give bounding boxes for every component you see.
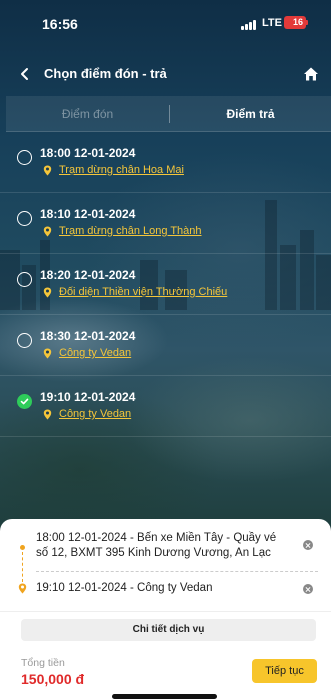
app-header: Chọn điểm đón - trả: [0, 56, 331, 92]
stop-location-link[interactable]: Trạm dừng chân Hoa Mai: [59, 164, 184, 176]
clear-dropoff-icon[interactable]: [303, 584, 313, 594]
battery-icon: 16: [284, 16, 306, 29]
stop-time: 18:00 12-01-2024: [40, 146, 136, 160]
signal-icon: [241, 20, 259, 30]
page-title: Chọn điểm đón - trả: [44, 66, 167, 81]
section-divider: [0, 611, 331, 612]
location-pin-icon: [43, 287, 52, 298]
stop-location-link[interactable]: Công ty Vedan: [59, 408, 131, 420]
radio-button[interactable]: [17, 150, 32, 165]
stop-time: 19:10 12-01-2024: [40, 390, 136, 404]
location-pin-icon: [43, 165, 52, 176]
status-bar: 16:56 LTE 16: [0, 0, 331, 50]
location-pin-icon: [18, 583, 27, 594]
location-pin-icon: [43, 226, 52, 237]
total-label: Tổng tiền: [21, 657, 65, 669]
tab-bar: Điểm đón Điểm trả: [6, 96, 331, 132]
pickup-dot-icon: [20, 545, 25, 550]
chevron-left-icon[interactable]: [18, 65, 32, 83]
list-item[interactable]: 18:00 12-01-2024 Trạm dừng chân Hoa Mai: [0, 133, 331, 193]
battery-level: 16: [292, 17, 303, 27]
status-time: 16:56: [42, 16, 78, 32]
location-pin-icon: [43, 409, 52, 420]
route-connector: [22, 552, 23, 582]
tab-dropoff[interactable]: Điểm trả: [170, 96, 331, 132]
stop-location-link[interactable]: Đối diện Thiền viện Thường Chiếu: [59, 286, 227, 298]
radio-button[interactable]: [17, 333, 32, 348]
radio-button[interactable]: [17, 211, 32, 226]
list-item[interactable]: 18:20 12-01-2024 Đối diện Thiền viện Thư…: [0, 255, 331, 315]
pickup-summary: 18:00 12-01-2024 - Bến xe Miền Tây - Quầ…: [36, 532, 277, 559]
stop-time: 18:30 12-01-2024: [40, 329, 136, 343]
booking-summary-sheet: 18:00 12-01-2024 - Bến xe Miền Tây - Quầ…: [0, 519, 331, 699]
summary-divider: [36, 571, 318, 572]
stop-time: 18:20 12-01-2024: [40, 268, 136, 282]
total-price: 150,000 đ: [21, 671, 85, 687]
list-item[interactable]: 18:30 12-01-2024 Công ty Vedan: [0, 316, 331, 376]
continue-button[interactable]: Tiếp tục: [252, 659, 317, 683]
tab-pickup[interactable]: Điểm đón: [6, 96, 169, 132]
service-details-button[interactable]: Chi tiết dịch vụ: [21, 619, 316, 641]
radio-button-checked[interactable]: [17, 394, 32, 409]
stop-time: 18:10 12-01-2024: [40, 207, 136, 221]
clear-pickup-icon[interactable]: [303, 540, 313, 550]
home-indicator: [112, 694, 217, 699]
network-type: LTE: [262, 17, 282, 29]
home-icon[interactable]: [303, 66, 319, 82]
location-pin-icon: [43, 348, 52, 359]
stop-location-link[interactable]: Công ty Vedan: [59, 347, 131, 359]
battery-tip: [306, 20, 308, 25]
list-item[interactable]: 19:10 12-01-2024 Công ty Vedan: [0, 377, 331, 437]
radio-button[interactable]: [17, 272, 32, 287]
dropoff-summary: 19:10 12-01-2024 - Công ty Vedan: [36, 582, 213, 594]
check-icon: [20, 398, 29, 405]
list-item[interactable]: 18:10 12-01-2024 Trạm dừng chân Long Thà…: [0, 194, 331, 254]
stop-location-link[interactable]: Trạm dừng chân Long Thành: [59, 225, 202, 237]
